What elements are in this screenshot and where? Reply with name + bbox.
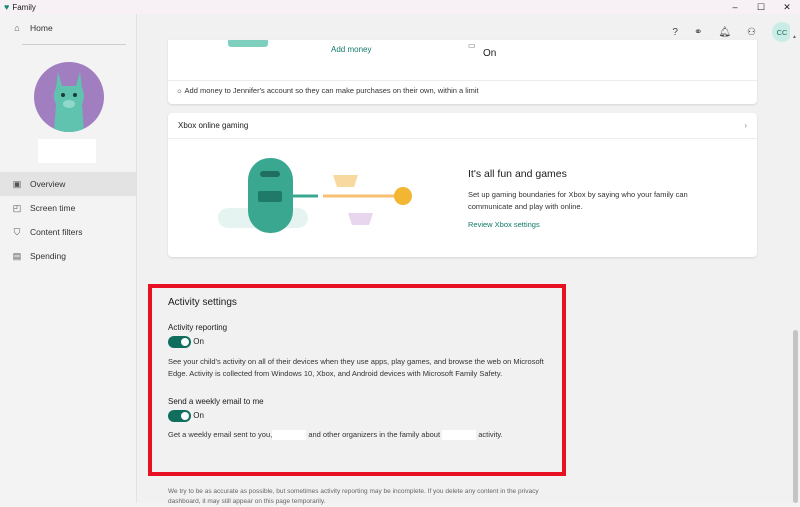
manage-family-icon[interactable]: ⚇: [747, 27, 756, 38]
avatar: [34, 62, 104, 132]
family-group-icon[interactable]: ⚭: [694, 27, 702, 38]
xbox-info: It's all fun and games Set up gaming bou…: [468, 168, 728, 229]
main-content: ? ⚭ 🔔︎ ⚇ CC Add money ▭ On ☼ Add money t…: [138, 14, 792, 505]
sidebar-item-home[interactable]: ⌂ Home: [0, 16, 136, 40]
title-bar: ♥ Family – ☐ ✕: [0, 0, 800, 14]
home-icon: ⌂: [14, 23, 20, 33]
weekly-email-description: Get a weekly email sent to you, and othe…: [168, 429, 548, 441]
window-title: Family: [12, 2, 36, 12]
notifications-icon[interactable]: 🔔︎: [718, 27, 731, 38]
sidebar: ⌂ Home ▣ Overview ◰ Screen time ⛉ Content fi…: [0, 14, 137, 503]
sidebar-item-overview[interactable]: ▣ Overview: [0, 172, 136, 196]
minimize-button[interactable]: –: [722, 0, 748, 14]
chevron-right-icon: ›: [744, 121, 747, 130]
text: and other organizers in the family about: [308, 430, 441, 439]
xbox-card-header[interactable]: Xbox online gaming ›: [168, 113, 757, 139]
family-logo-icon: ♥: [4, 2, 10, 12]
screen-time-icon: ◰: [12, 202, 22, 213]
sidebar-item-content-filters[interactable]: ⛉ Content filters: [0, 220, 136, 244]
sidebar-item-screen-time[interactable]: ◰ Screen time: [0, 196, 136, 220]
scroll-up-icon[interactable]: ▲: [792, 34, 797, 40]
activity-reporting-toggle[interactable]: [168, 336, 191, 348]
weekly-email-toggle[interactable]: [168, 410, 191, 422]
activity-settings: Activity settings Activity reporting On …: [168, 297, 548, 441]
sidebar-item-label: Content filters: [30, 227, 83, 237]
xbox-card: Xbox online gaming › It's all fun and ga…: [168, 113, 757, 257]
close-button[interactable]: ✕: [774, 0, 800, 14]
robot-illustration: [218, 158, 412, 233]
overview-icon: ▣: [12, 178, 22, 189]
tip-text: Add money to Jennifer's account so they …: [184, 86, 479, 95]
weekly-email-label: Send a weekly email to me: [168, 397, 264, 406]
scrollbar[interactable]: ▲: [790, 14, 800, 503]
sidebar-item-label: Spending: [30, 251, 66, 261]
redacted: [442, 430, 477, 441]
review-xbox-settings-link[interactable]: Review Xbox settings: [468, 220, 728, 229]
text: activity.: [478, 430, 503, 439]
account-avatar[interactable]: CC: [772, 22, 792, 42]
shield-icon: ⛉: [13, 226, 21, 237]
sidebar-item-label: Screen time: [30, 203, 76, 213]
sidebar-item-label: Home: [30, 23, 53, 33]
xbox-description: Set up gaming boundaries for Xbox by say…: [468, 190, 688, 211]
spending-card: Add money ▭ On ☼ Add money to Jennifer's…: [168, 40, 757, 104]
card-icon: ▭: [468, 41, 476, 50]
redacted: [272, 430, 307, 441]
sidebar-item-spending[interactable]: ▤ Spending: [0, 244, 136, 268]
toggle-state: On: [193, 337, 204, 347]
spending-status: On: [483, 48, 497, 59]
add-money-link[interactable]: Add money: [331, 45, 371, 54]
activity-reporting-description: See your child's activity on all of thei…: [168, 357, 544, 378]
activity-reporting-label: Activity reporting: [168, 323, 228, 332]
accuracy-disclaimer: We try to be as accurate as possible, bu…: [168, 488, 539, 505]
balance-graphic: [228, 40, 268, 47]
lightbulb-icon: ☼: [176, 86, 183, 95]
help-icon[interactable]: ?: [672, 27, 678, 38]
xbox-card-title: Xbox online gaming: [178, 121, 249, 130]
profile-name-redacted: [38, 139, 96, 163]
divider: [22, 44, 126, 45]
text: Get a weekly email sent to you,: [168, 430, 273, 439]
spending-icon: ▤: [12, 250, 22, 261]
toggle-state: On: [193, 411, 204, 421]
activity-settings-title: Activity settings: [168, 297, 237, 308]
maximize-button[interactable]: ☐: [748, 0, 774, 14]
xbox-heading: It's all fun and games: [468, 168, 567, 180]
sidebar-item-label: Overview: [30, 179, 66, 189]
spending-tip: ☼ Add money to Jennifer's account so the…: [168, 80, 757, 95]
scrollbar-thumb[interactable]: [793, 330, 798, 503]
